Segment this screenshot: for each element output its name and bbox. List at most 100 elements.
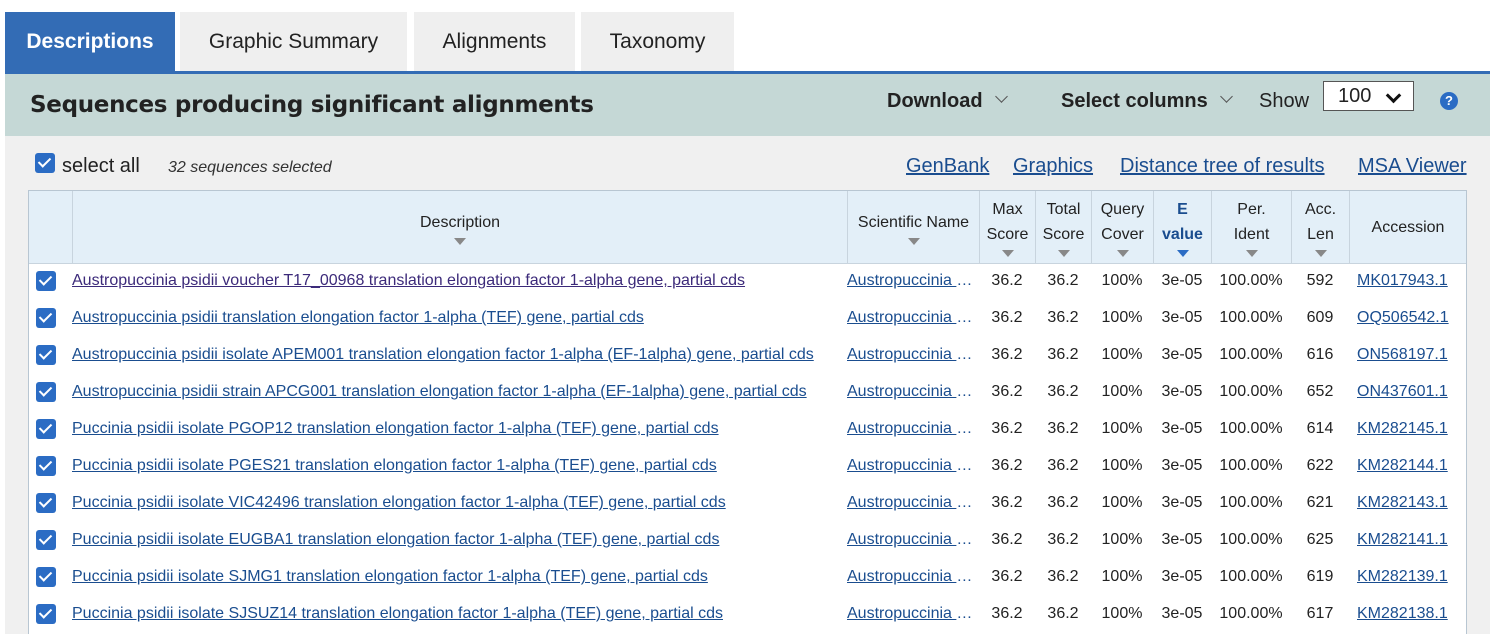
- select-columns-label: Select columns: [1061, 90, 1208, 112]
- col-scientific-name[interactable]: Scientific Name: [847, 191, 979, 263]
- e-value: 3e-05: [1161, 605, 1203, 622]
- scientific-name-link[interactable]: Austropuccinia psidii: [847, 410, 977, 447]
- accession-link[interactable]: KM282145.1: [1357, 410, 1462, 447]
- page-title: Sequences producing significant alignmen…: [30, 92, 594, 118]
- col-e-value-label: value: [1162, 226, 1203, 243]
- table-row: Puccinia psidii isolate PGES21 translati…: [29, 447, 1466, 484]
- description-link[interactable]: Puccinia psidii isolate VIC42496 transla…: [72, 484, 845, 521]
- col-max-score-label: Max: [992, 201, 1023, 218]
- select-columns-menu[interactable]: Select columns: [1061, 90, 1233, 113]
- tab-descriptions[interactable]: Descriptions: [5, 12, 175, 72]
- accession-link[interactable]: MK017943.1: [1357, 262, 1462, 299]
- row-checkbox[interactable]: [36, 493, 56, 513]
- msa-viewer-link[interactable]: MSA Viewer: [1358, 155, 1467, 178]
- accession-link[interactable]: KM282138.1: [1357, 595, 1462, 632]
- accession-link[interactable]: ON437601.1: [1357, 373, 1462, 410]
- row-checkbox[interactable]: [36, 456, 56, 476]
- selected-count: 32 sequences selected: [168, 159, 332, 176]
- total-score-value: 36.2: [1047, 272, 1079, 289]
- per-ident-value: 100.00%: [1219, 272, 1283, 289]
- accession-link[interactable]: KM282141.1: [1357, 521, 1462, 558]
- show-count-select[interactable]: 100: [1323, 81, 1414, 111]
- table-row: Puccinia psidii isolate SJMG1 translatio…: [29, 558, 1466, 595]
- graphics-link[interactable]: Graphics: [1013, 155, 1093, 178]
- table-header: Description Scientific Name Max Score Tot…: [29, 191, 1466, 264]
- table-row: Puccinia psidii isolate EUGBA1 translati…: [29, 521, 1466, 558]
- description-link[interactable]: Austropuccinia psidii strain APCG001 tra…: [72, 373, 845, 410]
- scientific-name-link[interactable]: Austropuccinia psidii: [847, 336, 977, 373]
- total-score-value: 36.2: [1047, 568, 1079, 585]
- download-menu[interactable]: Download: [887, 90, 1008, 113]
- col-scientific-name-label: Scientific Name: [857, 213, 970, 231]
- acc-len-value: 609: [1306, 309, 1334, 326]
- col-e-value[interactable]: Evalue: [1153, 191, 1211, 263]
- tab-alignments[interactable]: Alignments: [414, 12, 575, 72]
- per-ident-value: 100.00%: [1219, 494, 1283, 511]
- e-value: 3e-05: [1161, 457, 1203, 474]
- scientific-name-link[interactable]: Austropuccinia psidii: [847, 447, 977, 484]
- select-all-checkbox[interactable]: [35, 153, 55, 173]
- row-checkbox[interactable]: [36, 308, 56, 328]
- e-value: 3e-05: [1161, 346, 1203, 363]
- max-score-value: 36.2: [991, 494, 1023, 511]
- help-icon[interactable]: ?: [1440, 92, 1458, 110]
- accession-link[interactable]: KM282144.1: [1357, 447, 1462, 484]
- scientific-name-link[interactable]: Austropuccinia psidii: [847, 299, 977, 336]
- acc-len-value: 652: [1306, 383, 1334, 400]
- scientific-name-link[interactable]: Austropuccinia psidii: [847, 595, 977, 632]
- row-checkbox[interactable]: [36, 567, 56, 587]
- accession-link[interactable]: ON568197.1: [1357, 336, 1462, 373]
- description-link[interactable]: Austropuccinia psidii voucher T17_00968 …: [72, 262, 845, 299]
- per-ident-value: 100.00%: [1219, 346, 1283, 363]
- total-score-value: 36.2: [1047, 309, 1079, 326]
- col-query-cover[interactable]: Query Cover: [1091, 191, 1153, 263]
- row-checkbox[interactable]: [36, 530, 56, 550]
- table-row: Puccinia psidii isolate SJSUZ14 translat…: [29, 595, 1466, 632]
- e-value: 3e-05: [1161, 494, 1203, 511]
- scientific-name-link[interactable]: Austropuccinia psidii: [847, 262, 977, 299]
- row-checkbox[interactable]: [36, 271, 56, 291]
- accession-link[interactable]: KM282139.1: [1357, 558, 1462, 595]
- query-cover-value: 100%: [1101, 457, 1143, 474]
- col-query-cover-label: Query: [1100, 201, 1145, 218]
- row-checkbox[interactable]: [36, 419, 56, 439]
- description-link[interactable]: Austropuccinia psidii isolate APEM001 tr…: [72, 336, 845, 373]
- col-per-ident[interactable]: Per. Ident: [1211, 191, 1291, 263]
- query-cover-value: 100%: [1101, 309, 1143, 326]
- accession-link[interactable]: KM282143.1: [1357, 484, 1462, 521]
- scientific-name-link[interactable]: Austropuccinia psidii: [847, 373, 977, 410]
- description-link[interactable]: Puccinia psidii isolate EUGBA1 translati…: [72, 521, 845, 558]
- genbank-link[interactable]: GenBank: [906, 155, 989, 178]
- scientific-name-link[interactable]: Austropuccinia psidii: [847, 521, 977, 558]
- acc-len-value: 592: [1306, 272, 1334, 289]
- row-checkbox[interactable]: [36, 382, 56, 402]
- description-link[interactable]: Puccinia psidii isolate PGES21 translati…: [72, 447, 845, 484]
- table-row: Austropuccinia psidii strain APCG001 tra…: [29, 373, 1466, 410]
- col-description[interactable]: Description: [72, 191, 847, 263]
- scientific-name-link[interactable]: Austropuccinia psidii: [847, 484, 977, 521]
- sort-icon: [1001, 250, 1014, 257]
- tab-graphic-summary[interactable]: Graphic Summary: [180, 12, 407, 72]
- description-link[interactable]: Puccinia psidii isolate SJSUZ14 translat…: [72, 595, 845, 632]
- scientific-name-link[interactable]: Austropuccinia psidii: [847, 558, 977, 595]
- description-link[interactable]: Austropuccinia psidii translation elonga…: [72, 299, 845, 336]
- tab-taxonomy[interactable]: Taxonomy: [581, 12, 734, 72]
- total-score-value: 36.2: [1047, 346, 1079, 363]
- col-accession[interactable]: Accession: [1349, 191, 1466, 263]
- description-link[interactable]: Puccinia psidii isolate SJMG1 translatio…: [72, 558, 845, 595]
- row-checkbox[interactable]: [36, 604, 56, 624]
- col-max-score[interactable]: Max Score: [979, 191, 1035, 263]
- col-total-score-label: Total: [1046, 201, 1081, 218]
- query-cover-value: 100%: [1101, 531, 1143, 548]
- select-all-label[interactable]: select all: [62, 155, 140, 178]
- per-ident-value: 100.00%: [1219, 309, 1283, 326]
- col-acc-len[interactable]: Acc. Len: [1291, 191, 1349, 263]
- col-query-cover-label: Cover: [1101, 226, 1144, 243]
- distance-tree-link[interactable]: Distance tree of results: [1120, 155, 1325, 178]
- accession-link[interactable]: OQ506542.1: [1357, 299, 1462, 336]
- max-score-value: 36.2: [991, 531, 1023, 548]
- table-row: Austropuccinia psidii voucher T17_00968 …: [29, 262, 1466, 299]
- col-total-score[interactable]: Total Score: [1035, 191, 1091, 263]
- description-link[interactable]: Puccinia psidii isolate PGOP12 translati…: [72, 410, 845, 447]
- row-checkbox[interactable]: [36, 345, 56, 365]
